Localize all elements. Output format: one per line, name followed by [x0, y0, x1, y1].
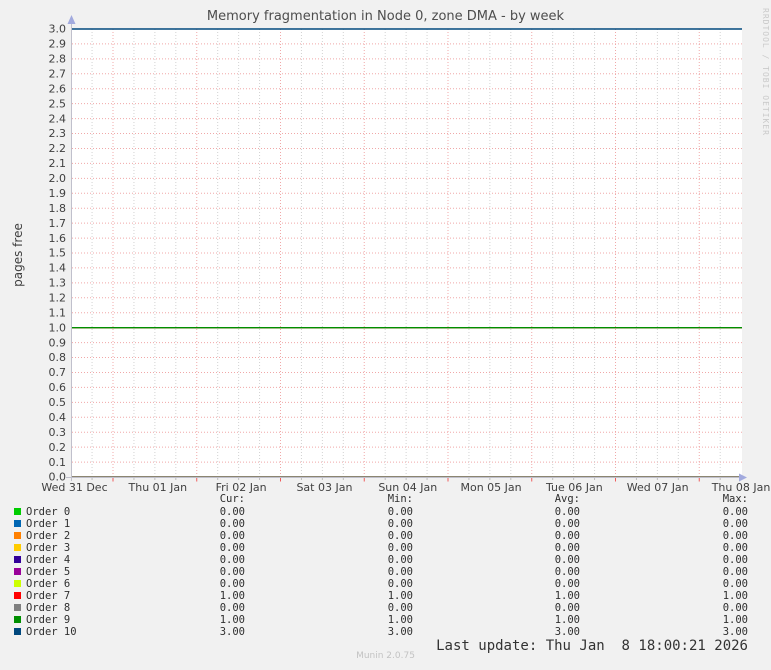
legend-min-value: 0.00: [387, 554, 413, 566]
legend-max-value: 0.00: [722, 506, 748, 518]
legend-label: Order 5: [26, 566, 71, 578]
legend-avg-value: 0.00: [554, 578, 580, 590]
legend-min-value: 1.00: [387, 614, 413, 626]
munin-graph: Memory fragmentation in Node 0, zone DMA…: [0, 0, 771, 670]
legend-cur-value: 1.00: [219, 614, 245, 626]
legend-column-header: Max:: [722, 493, 748, 505]
legend-cur-value: 0.00: [219, 506, 245, 518]
legend-cur-value: 0.00: [219, 530, 245, 542]
legend-max-value: 0.00: [722, 554, 748, 566]
legend-label: Order 10: [26, 626, 77, 638]
legend-max-value: 0.00: [722, 566, 748, 578]
legend-max-value: 0.00: [722, 518, 748, 530]
legend-max-value: 1.00: [722, 614, 748, 626]
legend-min-value: 3.00: [387, 626, 413, 638]
legend-avg-value: 0.00: [554, 506, 580, 518]
legend-label: Order 7: [26, 590, 71, 602]
legend-label: Order 9: [26, 614, 71, 626]
legend-column-header: Min:: [387, 493, 413, 505]
legend-swatch-icon: [14, 543, 21, 551]
legend-label: Order 0: [26, 506, 71, 518]
legend-cur-value: 0.00: [219, 554, 245, 566]
legend-avg-value: 1.00: [554, 614, 580, 626]
legend-avg-value: 0.00: [554, 602, 580, 614]
legend-cur-value: 0.00: [219, 518, 245, 530]
legend-max-value: 0.00: [722, 530, 748, 542]
legend-label: Order 4: [26, 554, 71, 566]
legend-cur-value: 0.00: [219, 602, 245, 614]
legend-swatch-icon: [14, 603, 21, 611]
legend-min-value: 0.00: [387, 530, 413, 542]
legend-label: Order 8: [26, 602, 71, 614]
legend-swatch-icon: [14, 627, 21, 635]
munin-version-text: Munin 2.0.75: [356, 651, 415, 661]
legend-swatch-icon: [14, 579, 21, 587]
legend-max-value: 1.00: [722, 590, 748, 602]
legend-swatch-icon: [14, 531, 21, 539]
legend-avg-value: 0.00: [554, 518, 580, 530]
legend-min-value: 0.00: [387, 542, 413, 554]
legend-cur-value: 0.00: [219, 566, 245, 578]
legend-swatch-icon: [14, 567, 21, 575]
legend-cur-value: 1.00: [219, 590, 245, 602]
legend-swatch-icon: [14, 555, 21, 563]
legend-min-value: 0.00: [387, 566, 413, 578]
legend-min-value: 0.00: [387, 518, 413, 530]
rrdtool-watermark: RRDTOOL / TOBI OETIKER: [761, 8, 770, 136]
legend-label: Order 2: [26, 530, 71, 542]
legend-min-value: 0.00: [387, 578, 413, 590]
legend-min-value: 0.00: [387, 506, 413, 518]
legend-swatch-icon: [14, 507, 21, 515]
legend-cur-value: 0.00: [219, 542, 245, 554]
legend-swatch-icon: [14, 591, 21, 599]
legend-max-value: 0.00: [722, 542, 748, 554]
legend-avg-value: 1.00: [554, 590, 580, 602]
legend: Cur: Min: Avg: Max: Order 0 0.00 0.00 0.00 0.00 O…: [0, 0, 771, 670]
legend-cur-value: 3.00: [219, 626, 245, 638]
legend-label: Order 1: [26, 518, 71, 530]
legend-column-header: Cur:: [219, 493, 245, 505]
legend-label: Order 6: [26, 578, 71, 590]
legend-min-value: 1.00: [387, 590, 413, 602]
legend-label: Order 3: [26, 542, 71, 554]
legend-avg-value: 3.00: [554, 626, 580, 638]
legend-avg-value: 0.00: [554, 542, 580, 554]
legend-swatch-icon: [14, 615, 21, 623]
legend-column-header: Avg:: [554, 493, 580, 505]
legend-avg-value: 0.00: [554, 530, 580, 542]
legend-swatch-icon: [14, 519, 21, 527]
legend-avg-value: 0.00: [554, 566, 580, 578]
legend-max-value: 3.00: [722, 626, 748, 638]
legend-avg-value: 0.00: [554, 554, 580, 566]
legend-min-value: 0.00: [387, 602, 413, 614]
legend-cur-value: 0.00: [219, 578, 245, 590]
legend-max-value: 0.00: [722, 602, 748, 614]
legend-max-value: 0.00: [722, 578, 748, 590]
